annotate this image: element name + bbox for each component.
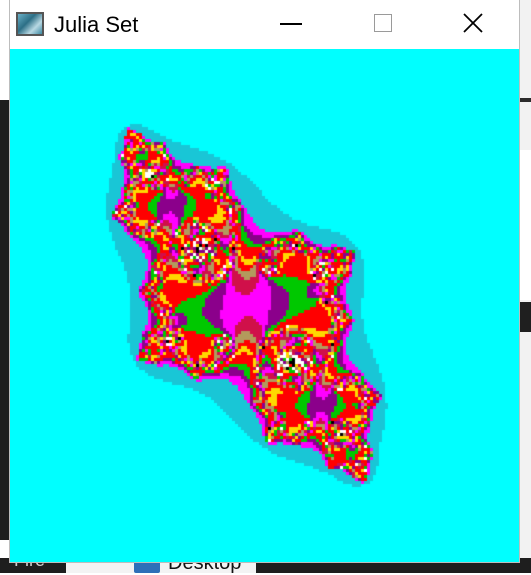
desktop-left-edge (0, 100, 10, 540)
julia-set-window: Julia Set (10, 0, 519, 562)
desktop-right-edge (519, 0, 531, 573)
fractal-canvas-area[interactable] (10, 49, 519, 562)
window-title: Julia Set (54, 12, 139, 37)
background-window-bar (519, 98, 531, 102)
title-bar[interactable]: Julia Set (10, 0, 519, 49)
background-window-dark (519, 302, 531, 332)
minimize-icon (280, 23, 302, 25)
close-button[interactable] (450, 0, 496, 49)
minimize-button[interactable] (268, 0, 314, 49)
julia-app-icon[interactable] (16, 12, 44, 36)
desktop-folder-icon[interactable] (134, 561, 160, 573)
julia-fractal-canvas[interactable] (10, 49, 519, 562)
background-window-tile (519, 150, 531, 300)
close-icon (463, 13, 483, 33)
maximize-icon (374, 14, 392, 32)
maximize-button[interactable] (360, 0, 406, 49)
